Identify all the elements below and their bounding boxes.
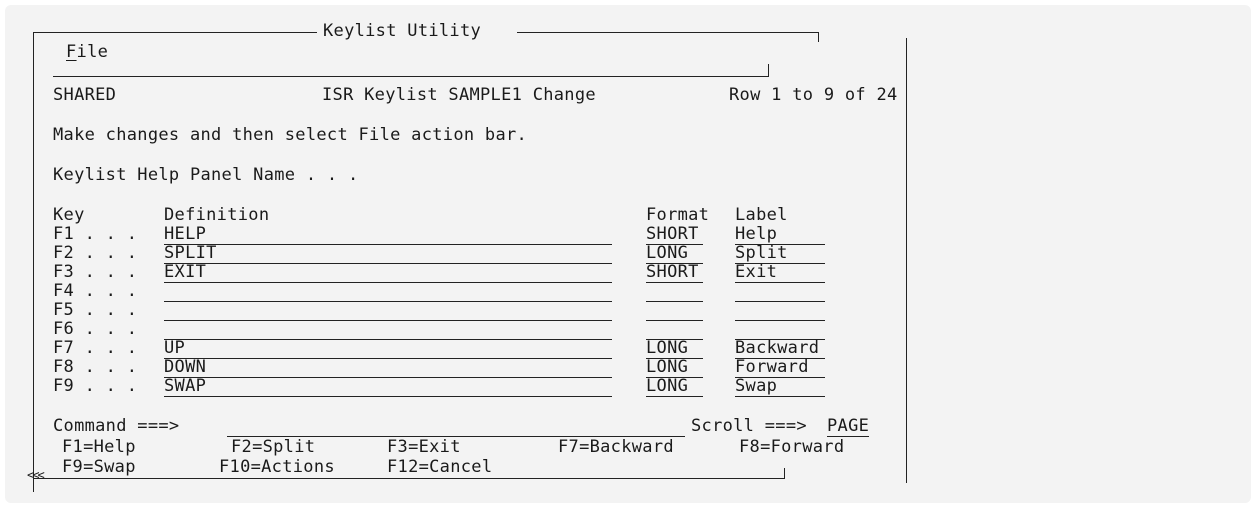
format-field[interactable]: LONG (646, 357, 703, 378)
column-format: Format (646, 205, 710, 225)
row-key: F5 . . . (53, 300, 138, 320)
fkey-f1-help[interactable]: F1=Help (62, 437, 136, 457)
definition-field[interactable] (164, 319, 612, 340)
fkey-f12-cancel[interactable]: F12=Cancel (387, 457, 492, 477)
scroll-field[interactable]: PAGE (827, 416, 869, 437)
definition-field[interactable] (164, 300, 612, 321)
format-field[interactable] (646, 281, 703, 302)
definition-field[interactable]: HELP (164, 224, 612, 245)
label-field[interactable]: Backward (735, 338, 825, 359)
frame-top-right (517, 32, 819, 33)
help-panel-label: Keylist Help Panel Name . . . (53, 165, 359, 185)
fkey-f3-exit[interactable]: F3=Exit (387, 437, 461, 457)
label-field[interactable] (735, 319, 825, 340)
row-key: F7 . . . (53, 338, 138, 358)
instruction-text: Make changes and then select File action… (53, 125, 528, 145)
format-field[interactable]: SHORT (646, 262, 703, 283)
format-field[interactable]: LONG (646, 243, 703, 264)
frame-corner-tr (818, 32, 819, 42)
label-field[interactable] (735, 281, 825, 302)
frame-right-border (906, 38, 907, 483)
definition-field[interactable]: SPLIT (164, 243, 612, 264)
header-right: Row 1 to 9 of 24 (729, 85, 898, 105)
definition-field[interactable] (164, 281, 612, 302)
command-label: Command ===> (53, 416, 180, 436)
definition-field[interactable]: UP (164, 338, 612, 359)
label-field[interactable]: Swap (735, 376, 825, 397)
frame-top-left (33, 32, 317, 33)
action-bar-separator (53, 76, 768, 77)
header-left: SHARED (53, 85, 117, 105)
column-key: Key (53, 205, 85, 225)
format-field[interactable] (646, 319, 703, 340)
action-bar-separator-end (768, 64, 769, 77)
row-key: F9 . . . (53, 376, 138, 396)
format-field[interactable]: LONG (646, 376, 703, 397)
fkey-f10-actions[interactable]: F10=Actions (219, 457, 335, 477)
definition-field[interactable]: DOWN (164, 357, 612, 378)
format-field[interactable]: LONG (646, 338, 703, 359)
row-key: F6 . . . (53, 319, 138, 339)
frame-bottom-border (33, 478, 785, 479)
label-field[interactable]: Forward (735, 357, 825, 378)
scroll-label-text: Scroll ===> (691, 416, 807, 436)
format-field[interactable] (646, 300, 703, 321)
label-field[interactable]: Split (735, 243, 825, 264)
fkey-f7-backward[interactable]: F7=Backward (558, 437, 674, 457)
format-field[interactable]: SHORT (646, 224, 703, 245)
frame-corner-br (784, 468, 785, 479)
fkey-f2-split[interactable]: F2=Split (231, 437, 315, 457)
row-key: F3 . . . (53, 262, 138, 282)
row-key: F2 . . . (53, 243, 138, 263)
label-field[interactable]: Exit (735, 262, 825, 283)
fkey-f9-swap[interactable]: F9=Swap (62, 457, 136, 477)
row-key: F8 . . . (53, 357, 138, 377)
terminal-screen: Keylist Utility <<< File SHARED ISR Keyl… (5, 5, 1251, 503)
resize-marker[interactable]: <<< (27, 469, 45, 481)
scroll-label: Scroll ===> (691, 416, 807, 436)
row-key: F4 . . . (53, 281, 138, 301)
command-input[interactable] (227, 416, 685, 437)
label-field[interactable]: Help (735, 224, 825, 245)
row-key: F1 . . . (53, 224, 138, 244)
menu-file-rest: ile (76, 42, 109, 62)
column-definition: Definition (164, 205, 270, 225)
fkey-f8-forward[interactable]: F8=Forward (739, 437, 844, 457)
frame-left-border (33, 32, 34, 492)
column-label: Label (735, 205, 788, 225)
definition-field[interactable]: EXIT (164, 262, 612, 283)
window-title: Keylist Utility (323, 21, 482, 41)
header-center: ISR Keylist SAMPLE1 Change (322, 85, 596, 105)
menu-file-mnemonic: F (66, 42, 77, 62)
label-field[interactable] (735, 300, 825, 321)
definition-field[interactable]: SWAP (164, 376, 612, 397)
menu-file[interactable]: File (66, 42, 108, 62)
